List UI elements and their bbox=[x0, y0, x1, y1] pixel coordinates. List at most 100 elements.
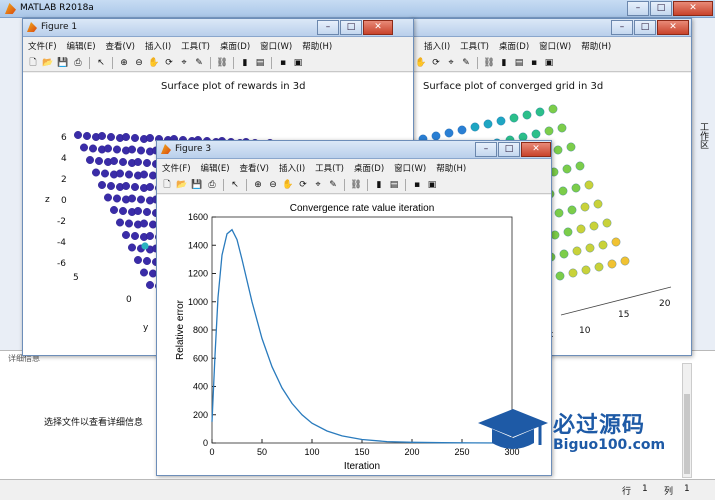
colorbar-icon[interactable]: ▮ bbox=[239, 57, 251, 69]
fig3-maximize-button[interactable]: □ bbox=[498, 142, 520, 157]
fig2-menu-desktop[interactable]: 桌面(D) bbox=[494, 38, 534, 54]
rewards-marker bbox=[142, 256, 151, 265]
rewards-marker bbox=[97, 180, 106, 189]
fig1-ztick: 2 bbox=[61, 175, 67, 185]
link-icon[interactable]: ⛓ bbox=[483, 57, 495, 69]
print-icon[interactable]: ⎙ bbox=[72, 57, 84, 69]
dock-icon[interactable]: ▣ bbox=[426, 179, 438, 191]
fig2-menu-tools[interactable]: 工具(T) bbox=[455, 38, 494, 54]
grid-marker bbox=[553, 145, 563, 155]
fig1-menu-view[interactable]: 查看(V) bbox=[101, 38, 140, 54]
hide-tools-icon[interactable]: ▪ bbox=[528, 57, 540, 69]
fig2-maximize-button[interactable]: □ bbox=[634, 20, 656, 35]
fig3-menu-edit[interactable]: 编辑(E) bbox=[196, 160, 235, 176]
rewards-marker bbox=[142, 207, 151, 216]
fig3-menu-view[interactable]: 查看(V) bbox=[235, 160, 274, 176]
grid-marker bbox=[554, 208, 564, 218]
zoom-out-icon[interactable]: ⊖ bbox=[267, 179, 279, 191]
colorbar-icon[interactable]: ▮ bbox=[373, 179, 385, 191]
rewards-marker bbox=[112, 194, 121, 203]
fig2-menu-window[interactable]: 窗口(W) bbox=[534, 38, 576, 54]
figure1-titlebar: Figure 1 – □ ✕ bbox=[23, 19, 413, 37]
fig1-menu-tools[interactable]: 工具(T) bbox=[176, 38, 215, 54]
minimize-button[interactable]: – bbox=[627, 1, 649, 16]
legend-icon[interactable]: ▤ bbox=[388, 179, 400, 191]
zoom-out-icon[interactable]: ⊖ bbox=[133, 57, 145, 69]
grid-marker bbox=[585, 243, 595, 253]
pan-icon[interactable]: ✋ bbox=[282, 179, 294, 191]
rewards-marker bbox=[88, 144, 97, 153]
fig2-minimize-button[interactable]: – bbox=[611, 20, 633, 35]
fig1-menu-file[interactable]: 文件(F) bbox=[23, 38, 62, 54]
link-icon[interactable]: ⛓ bbox=[350, 179, 362, 191]
x-axis-label: Iteration bbox=[344, 461, 380, 472]
fig3-menu-file[interactable]: 文件(F) bbox=[157, 160, 196, 176]
close-button[interactable]: ✕ bbox=[673, 1, 713, 16]
rotate-icon[interactable]: ⟳ bbox=[430, 57, 442, 69]
fig3-menu-insert[interactable]: 插入(I) bbox=[274, 160, 310, 176]
hide-tools-icon[interactable]: ▪ bbox=[411, 179, 423, 191]
y-tick-label: 800 bbox=[193, 325, 208, 335]
watermark: 必过源码 Biguo100.com bbox=[478, 405, 678, 465]
figure2-titlebar: – □ ✕ bbox=[411, 19, 691, 37]
open-file-icon[interactable]: 📂 bbox=[176, 179, 188, 191]
datatip-icon[interactable]: ⌖ bbox=[178, 57, 190, 69]
rotate-icon[interactable]: ⟳ bbox=[297, 179, 309, 191]
pointer-icon[interactable]: ↖ bbox=[229, 179, 241, 191]
open-file-icon[interactable]: 📂 bbox=[42, 57, 54, 69]
brush-icon[interactable]: ✎ bbox=[460, 57, 472, 69]
fig1-menu-window[interactable]: 窗口(W) bbox=[255, 38, 297, 54]
pan-icon[interactable]: ✋ bbox=[415, 57, 427, 69]
rewards-marker bbox=[127, 145, 136, 154]
workspace-side-tab[interactable]: 工作区 bbox=[696, 122, 710, 149]
rewards-marker bbox=[133, 206, 142, 215]
fig3-close-button[interactable]: ✕ bbox=[521, 142, 551, 157]
fig2-close-button[interactable]: ✕ bbox=[657, 20, 689, 35]
fig1-menu-edit[interactable]: 编辑(E) bbox=[62, 38, 101, 54]
grid-marker bbox=[470, 122, 480, 132]
rewards-marker bbox=[142, 158, 151, 167]
save-icon[interactable]: 💾 bbox=[57, 57, 69, 69]
fig3-minimize-button[interactable]: – bbox=[475, 142, 497, 157]
legend-icon[interactable]: ▤ bbox=[513, 57, 525, 69]
fig2-menu-insert[interactable]: 插入(I) bbox=[419, 38, 455, 54]
zoom-in-icon[interactable]: ⊕ bbox=[252, 179, 264, 191]
link-icon[interactable]: ⛓ bbox=[216, 57, 228, 69]
colorbar-icon[interactable]: ▮ bbox=[498, 57, 510, 69]
dock-icon[interactable]: ▣ bbox=[292, 57, 304, 69]
datatip-icon[interactable]: ⌖ bbox=[445, 57, 457, 69]
details-scrollbar[interactable] bbox=[682, 363, 692, 478]
maximize-button[interactable]: □ bbox=[650, 1, 672, 16]
col-label: 列 bbox=[664, 487, 674, 497]
new-figure-icon[interactable]: 🗋 bbox=[27, 57, 39, 69]
rewards-marker bbox=[145, 231, 154, 240]
fig1-close-button[interactable]: ✕ bbox=[363, 20, 393, 35]
dock-icon[interactable]: ▣ bbox=[543, 57, 555, 69]
pan-icon[interactable]: ✋ bbox=[148, 57, 160, 69]
fig1-minimize-button[interactable]: – bbox=[317, 20, 339, 35]
y-tick-label: 1400 bbox=[188, 240, 208, 250]
figure-logo-icon bbox=[27, 22, 37, 32]
fig2-menu-help[interactable]: 帮助(H) bbox=[576, 38, 616, 54]
fig3-menu-desktop[interactable]: 桌面(D) bbox=[349, 160, 389, 176]
new-figure-icon[interactable]: 🗋 bbox=[161, 179, 173, 191]
rewards-marker bbox=[133, 157, 142, 166]
fig3-menu-help[interactable]: 帮助(H) bbox=[431, 160, 471, 176]
brush-icon[interactable]: ✎ bbox=[193, 57, 205, 69]
print-icon[interactable]: ⎙ bbox=[206, 179, 218, 191]
fig1-menu-insert[interactable]: 插入(I) bbox=[140, 38, 176, 54]
fig1-menu-desktop[interactable]: 桌面(D) bbox=[215, 38, 255, 54]
pointer-icon[interactable]: ↖ bbox=[95, 57, 107, 69]
fig3-menu-tools[interactable]: 工具(T) bbox=[310, 160, 349, 176]
legend-icon[interactable]: ▤ bbox=[254, 57, 266, 69]
zoom-in-icon[interactable]: ⊕ bbox=[118, 57, 130, 69]
fig1-maximize-button[interactable]: □ bbox=[340, 20, 362, 35]
rotate-icon[interactable]: ⟳ bbox=[163, 57, 175, 69]
fig3-menu-window[interactable]: 窗口(W) bbox=[389, 160, 431, 176]
fig1-menu-help[interactable]: 帮助(H) bbox=[297, 38, 337, 54]
hide-tools-icon[interactable]: ▪ bbox=[277, 57, 289, 69]
datatip-icon[interactable]: ⌖ bbox=[312, 179, 324, 191]
brush-icon[interactable]: ✎ bbox=[327, 179, 339, 191]
save-icon[interactable]: 💾 bbox=[191, 179, 203, 191]
grid-marker bbox=[584, 180, 594, 190]
